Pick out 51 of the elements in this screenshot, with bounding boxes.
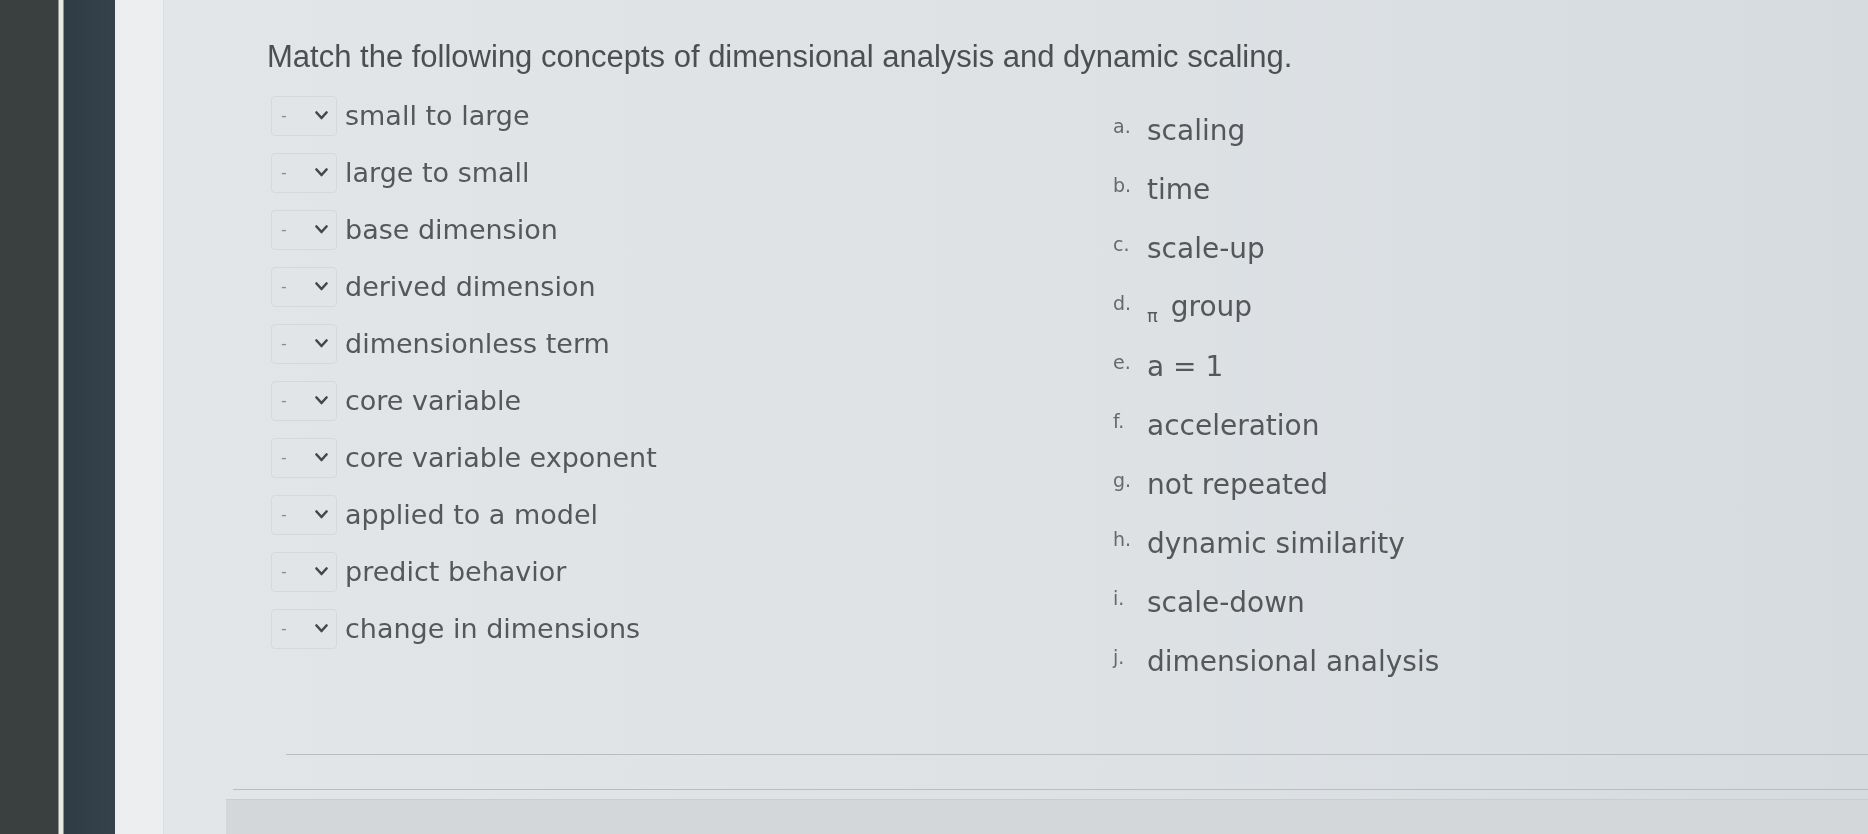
- option-text: scaling: [1147, 114, 1246, 147]
- option-text: scale-down: [1147, 586, 1305, 619]
- term-label: change in dimensions: [345, 613, 641, 644]
- answer-dropdown[interactable]: -: [271, 209, 337, 250]
- option-text: dimensional analysis: [1147, 645, 1440, 678]
- option-text: dynamic similarity: [1147, 527, 1405, 560]
- option-letter: c.: [1113, 233, 1131, 255]
- chevron-down-icon: [315, 567, 328, 576]
- answer-dropdown[interactable]: -: [271, 494, 337, 535]
- term-label: predict behavior: [345, 556, 567, 587]
- term-label: core variable: [345, 385, 521, 416]
- chevron-down-icon: [315, 168, 328, 177]
- answer-dropdown[interactable]: -: [271, 380, 337, 421]
- chevron-down-icon: [315, 624, 328, 633]
- term-label: applied to a model: [345, 499, 599, 530]
- chevron-down-icon: [315, 339, 328, 348]
- option-letter: f.: [1113, 410, 1126, 432]
- answer-dropdown[interactable]: -: [271, 551, 337, 592]
- option-letter: b.: [1113, 174, 1133, 196]
- option-letter: g.: [1113, 469, 1133, 491]
- option-letter: h.: [1113, 528, 1133, 550]
- chevron-down-icon: [315, 111, 328, 120]
- term-label: base dimension: [345, 214, 558, 245]
- term-label: derived dimension: [345, 271, 596, 302]
- chevron-down-icon: [315, 396, 328, 405]
- option-text: time: [1147, 173, 1211, 206]
- chevron-down-icon: [315, 453, 328, 462]
- chevron-down-icon: [315, 282, 328, 291]
- chevron-down-icon: [315, 510, 328, 519]
- chevron-down-icon: [315, 225, 328, 234]
- answer-dropdown[interactable]: -: [271, 608, 337, 649]
- option-text: $_{π}$ group: [1147, 289, 1253, 326]
- term-label: small to large: [345, 100, 530, 131]
- question-text: Match the following concepts of dimensional analysis and dynamic scaling.: [267, 39, 1294, 75]
- option-letter: e.: [1113, 351, 1132, 373]
- answer-dropdown[interactable]: -: [271, 266, 337, 307]
- term-label: dimensionless term: [345, 328, 610, 359]
- option-letter: i.: [1113, 587, 1126, 609]
- option-letter: d.: [1113, 292, 1133, 314]
- answer-dropdown[interactable]: -: [271, 95, 337, 136]
- option-text: not repeated: [1147, 468, 1328, 501]
- answer-dropdown[interactable]: -: [271, 152, 337, 193]
- option-text: a = 1: [1147, 350, 1224, 383]
- term-label: core variable exponent: [345, 442, 657, 473]
- term-label: large to small: [345, 157, 530, 188]
- option-text: acceleration: [1147, 409, 1320, 442]
- option-letter: j.: [1113, 646, 1126, 668]
- option-text: scale-up: [1147, 232, 1265, 265]
- answer-dropdown[interactable]: -: [271, 437, 337, 478]
- option-letter: a.: [1113, 115, 1132, 137]
- answer-dropdown[interactable]: -: [271, 323, 337, 364]
